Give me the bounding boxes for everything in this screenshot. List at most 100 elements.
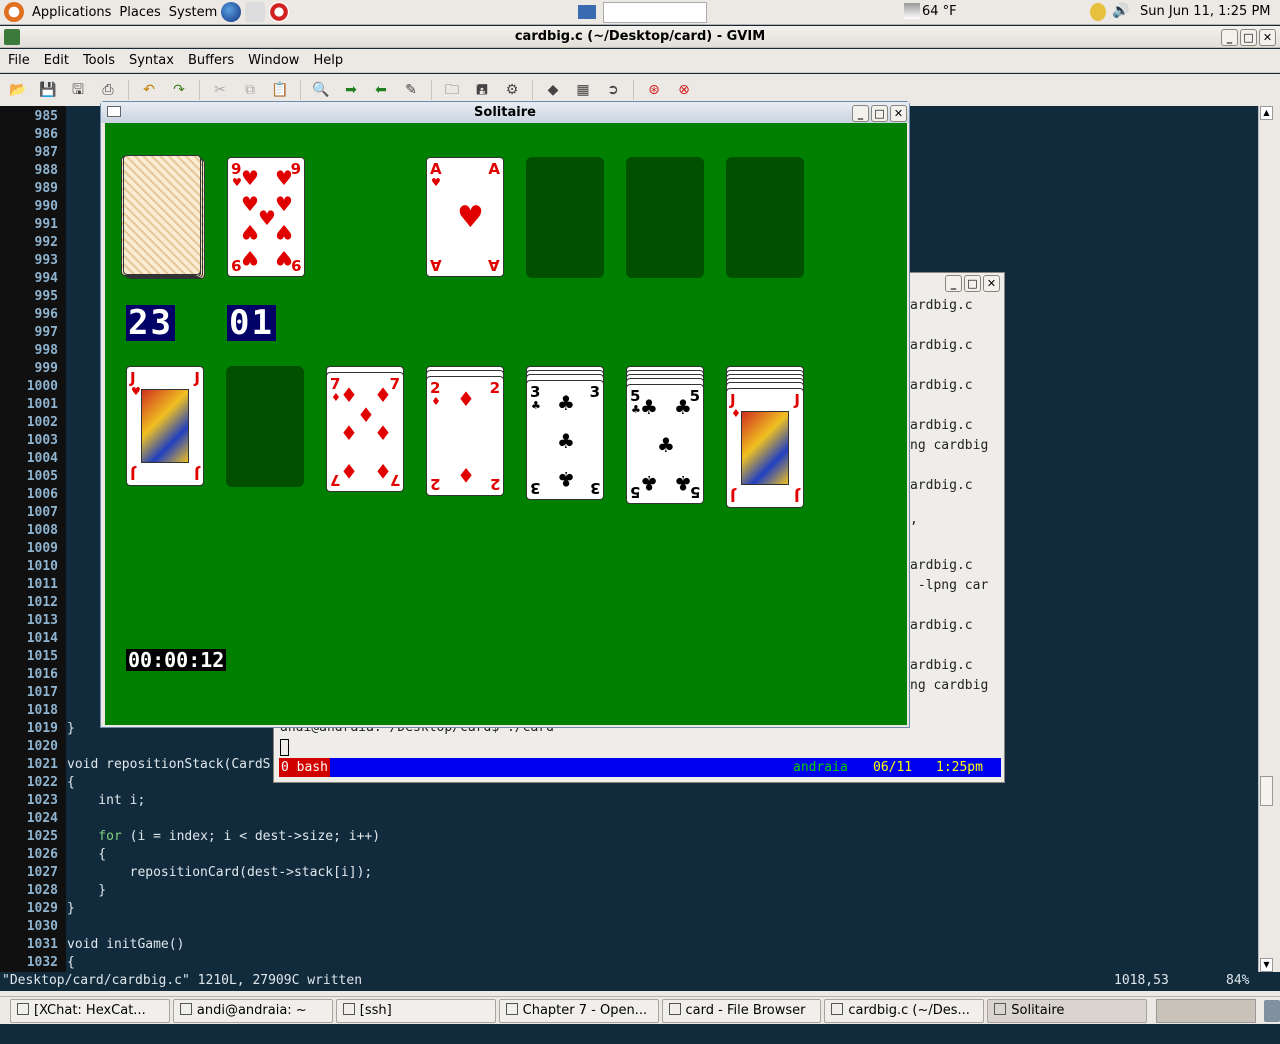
minimize-button[interactable]: _: [852, 105, 869, 122]
foundation-slot-empty[interactable]: [626, 157, 704, 278]
scroll-down-button[interactable]: ▼: [1260, 958, 1273, 972]
taskbar-item[interactable]: Solitaire: [987, 998, 1148, 1023]
mail-clock-icon[interactable]: [245, 2, 266, 22]
playing-card[interactable]: 3 ♣ 3 3 3 ♣ ♣ ♣: [526, 380, 604, 500]
firefox-icon[interactable]: [221, 2, 242, 22]
panel-search-input[interactable]: [603, 2, 707, 23]
save-session-icon[interactable]: 🖪: [472, 80, 492, 100]
card-pip: ♥: [241, 220, 259, 244]
taskbar-item[interactable]: Chapter 7 - Open...: [498, 998, 659, 1023]
minimize-button[interactable]: _: [945, 275, 962, 292]
solitaire-window[interactable]: Solitaire _ □ ✕ 9 ♥ 9 9 9 ♥ ♥ ♥ ♥ ♥ ♥ ♥ ♥ ♥ A ♥ A A A ♥ 23 01 J ♥…: [100, 101, 910, 728]
menu-window[interactable]: Window: [248, 53, 299, 68]
menu-system[interactable]: System: [169, 5, 217, 20]
volume-icon[interactable]: 🔊: [1112, 3, 1129, 19]
make-icon[interactable]: ◆: [543, 80, 563, 100]
maximize-button[interactable]: □: [1240, 29, 1257, 46]
open-icon[interactable]: 📂: [8, 80, 28, 100]
taskbar-item[interactable]: andi@andraia: ~: [172, 998, 333, 1023]
help-lifebuoy-icon[interactable]: [269, 2, 290, 22]
undo-icon[interactable]: ↶: [139, 80, 159, 100]
find-next-icon[interactable]: ➡: [341, 80, 361, 100]
card-rank-bottom-right: 2: [489, 475, 500, 493]
save-all-icon[interactable]: 🖫: [68, 80, 88, 100]
show-desktop-icon[interactable]: [578, 5, 596, 19]
panel-clock[interactable]: Sun Jun 11, 1:25 PM: [1140, 4, 1271, 19]
vertical-scrollbar[interactable]: ▲ ▼: [1258, 106, 1274, 972]
foundation-slot-empty[interactable]: [526, 157, 604, 278]
line-number: 1028: [26, 883, 58, 898]
playing-card[interactable]: 5 ♣ 5 5 5 ♣ ♣ ♣ ♣ ♣: [626, 384, 704, 504]
stock-pile[interactable]: [123, 155, 201, 275]
line-number: 1024: [26, 811, 58, 826]
game-table[interactable]: 9 ♥ 9 9 9 ♥ ♥ ♥ ♥ ♥ ♥ ♥ ♥ ♥ A ♥ A A A ♥ 23 01 J ♥ J J J 7 ♦ 7 7 7 ♦ ♦ ♦ ♦ ♦ ♦…: [105, 123, 907, 725]
find-icon[interactable]: 🔍: [311, 80, 331, 100]
menu-file[interactable]: File: [8, 53, 30, 68]
foundation-slot-empty[interactable]: [726, 157, 804, 278]
paste-icon[interactable]: 📋: [270, 80, 290, 100]
playing-card[interactable]: J ♥ J J J: [126, 366, 204, 486]
redo-icon[interactable]: ↷: [169, 80, 189, 100]
ubuntu-logo-icon[interactable]: [4, 2, 24, 22]
find-prev-icon[interactable]: ⬅: [371, 80, 391, 100]
playing-card[interactable]: J ♦ J J J: [726, 388, 804, 508]
line-number: 1012: [26, 595, 58, 610]
playing-card[interactable]: 2 ♦ 2 2 2 ♦ ♦: [426, 376, 504, 496]
taskbar-label: card - File Browser: [685, 1002, 806, 1018]
card-pip: ♥: [275, 220, 293, 244]
screen-window[interactable]: 0 bash: [279, 758, 330, 777]
taskbar-item[interactable]: card - File Browser: [661, 998, 822, 1023]
taskbar-item[interactable]: cardbig.c (~/Des...: [824, 998, 985, 1023]
menu-tools[interactable]: Tools: [83, 53, 115, 68]
ctags-icon[interactable]: ➲: [603, 80, 623, 100]
card-rank-bottom: J: [730, 487, 736, 505]
card-pip: ♦: [374, 459, 392, 483]
tableau-slot-empty[interactable]: [226, 366, 304, 487]
foundation-card[interactable]: A ♥ A A A ♥: [426, 157, 504, 277]
card-rank-bottom-right: J: [194, 465, 200, 483]
menu-help[interactable]: Help: [313, 53, 343, 68]
copy-icon[interactable]: ⧉: [240, 80, 260, 100]
maximize-button[interactable]: □: [871, 105, 888, 122]
line-number: 992: [34, 235, 58, 250]
menu-edit[interactable]: Edit: [44, 53, 69, 68]
scrollbar-thumb[interactable]: [1260, 776, 1273, 806]
maximize-button[interactable]: □: [964, 275, 981, 292]
load-session-icon[interactable]: 🗀: [442, 80, 462, 100]
separator: [199, 80, 200, 100]
close-button[interactable]: ✕: [890, 105, 907, 122]
menu-applications[interactable]: Applications: [32, 5, 111, 20]
notification-icon[interactable]: [1090, 3, 1106, 21]
shell-icon[interactable]: ▦: [573, 80, 593, 100]
menu-places[interactable]: Places: [119, 5, 160, 20]
card-pip: ♦: [357, 403, 375, 427]
menu-syntax[interactable]: Syntax: [129, 53, 174, 68]
cut-icon[interactable]: ✂: [210, 80, 230, 100]
card-pip: ♥: [241, 246, 259, 270]
waste-card[interactable]: 9 ♥ 9 9 9 ♥ ♥ ♥ ♥ ♥ ♥ ♥ ♥ ♥: [227, 157, 305, 277]
workspace-switcher[interactable]: [1156, 998, 1257, 1023]
replace-icon[interactable]: ✎: [401, 80, 421, 100]
print-icon[interactable]: ⎙: [98, 80, 118, 100]
gvim-titlebar: cardbig.c (~/Desktop/card) - GVIM _ □ ✕: [0, 26, 1280, 48]
taskbar-label: cardbig.c (~/Des...: [848, 1002, 970, 1018]
window-menu-icon[interactable]: [107, 106, 121, 117]
line-number: 1018: [26, 703, 58, 718]
minimize-button[interactable]: _: [1221, 29, 1238, 46]
menu-buffers[interactable]: Buffers: [188, 53, 234, 68]
trash-icon[interactable]: [1264, 999, 1280, 1022]
playing-card[interactable]: 7 ♦ 7 7 7 ♦ ♦ ♦ ♦ ♦ ♦ ♦: [326, 372, 404, 492]
run-script-icon[interactable]: ⚙: [502, 80, 522, 100]
separator: [633, 80, 634, 100]
weather-temp[interactable]: 64 °F: [922, 4, 957, 19]
help-icon[interactable]: ⊛: [644, 80, 664, 100]
file-browser-icon: [668, 1002, 681, 1015]
taskbar-item[interactable]: [XChat: HexCat...: [10, 998, 170, 1023]
code-line-1029: }: [67, 901, 75, 916]
close-button[interactable]: ✕: [1259, 29, 1276, 46]
scroll-up-button[interactable]: ▲: [1260, 106, 1273, 120]
taskbar-item[interactable]: [ssh]: [335, 998, 496, 1023]
close-button[interactable]: ✕: [983, 275, 1000, 292]
find-help-icon[interactable]: ⊗: [674, 80, 694, 100]
save-icon[interactable]: 💾: [38, 80, 58, 100]
